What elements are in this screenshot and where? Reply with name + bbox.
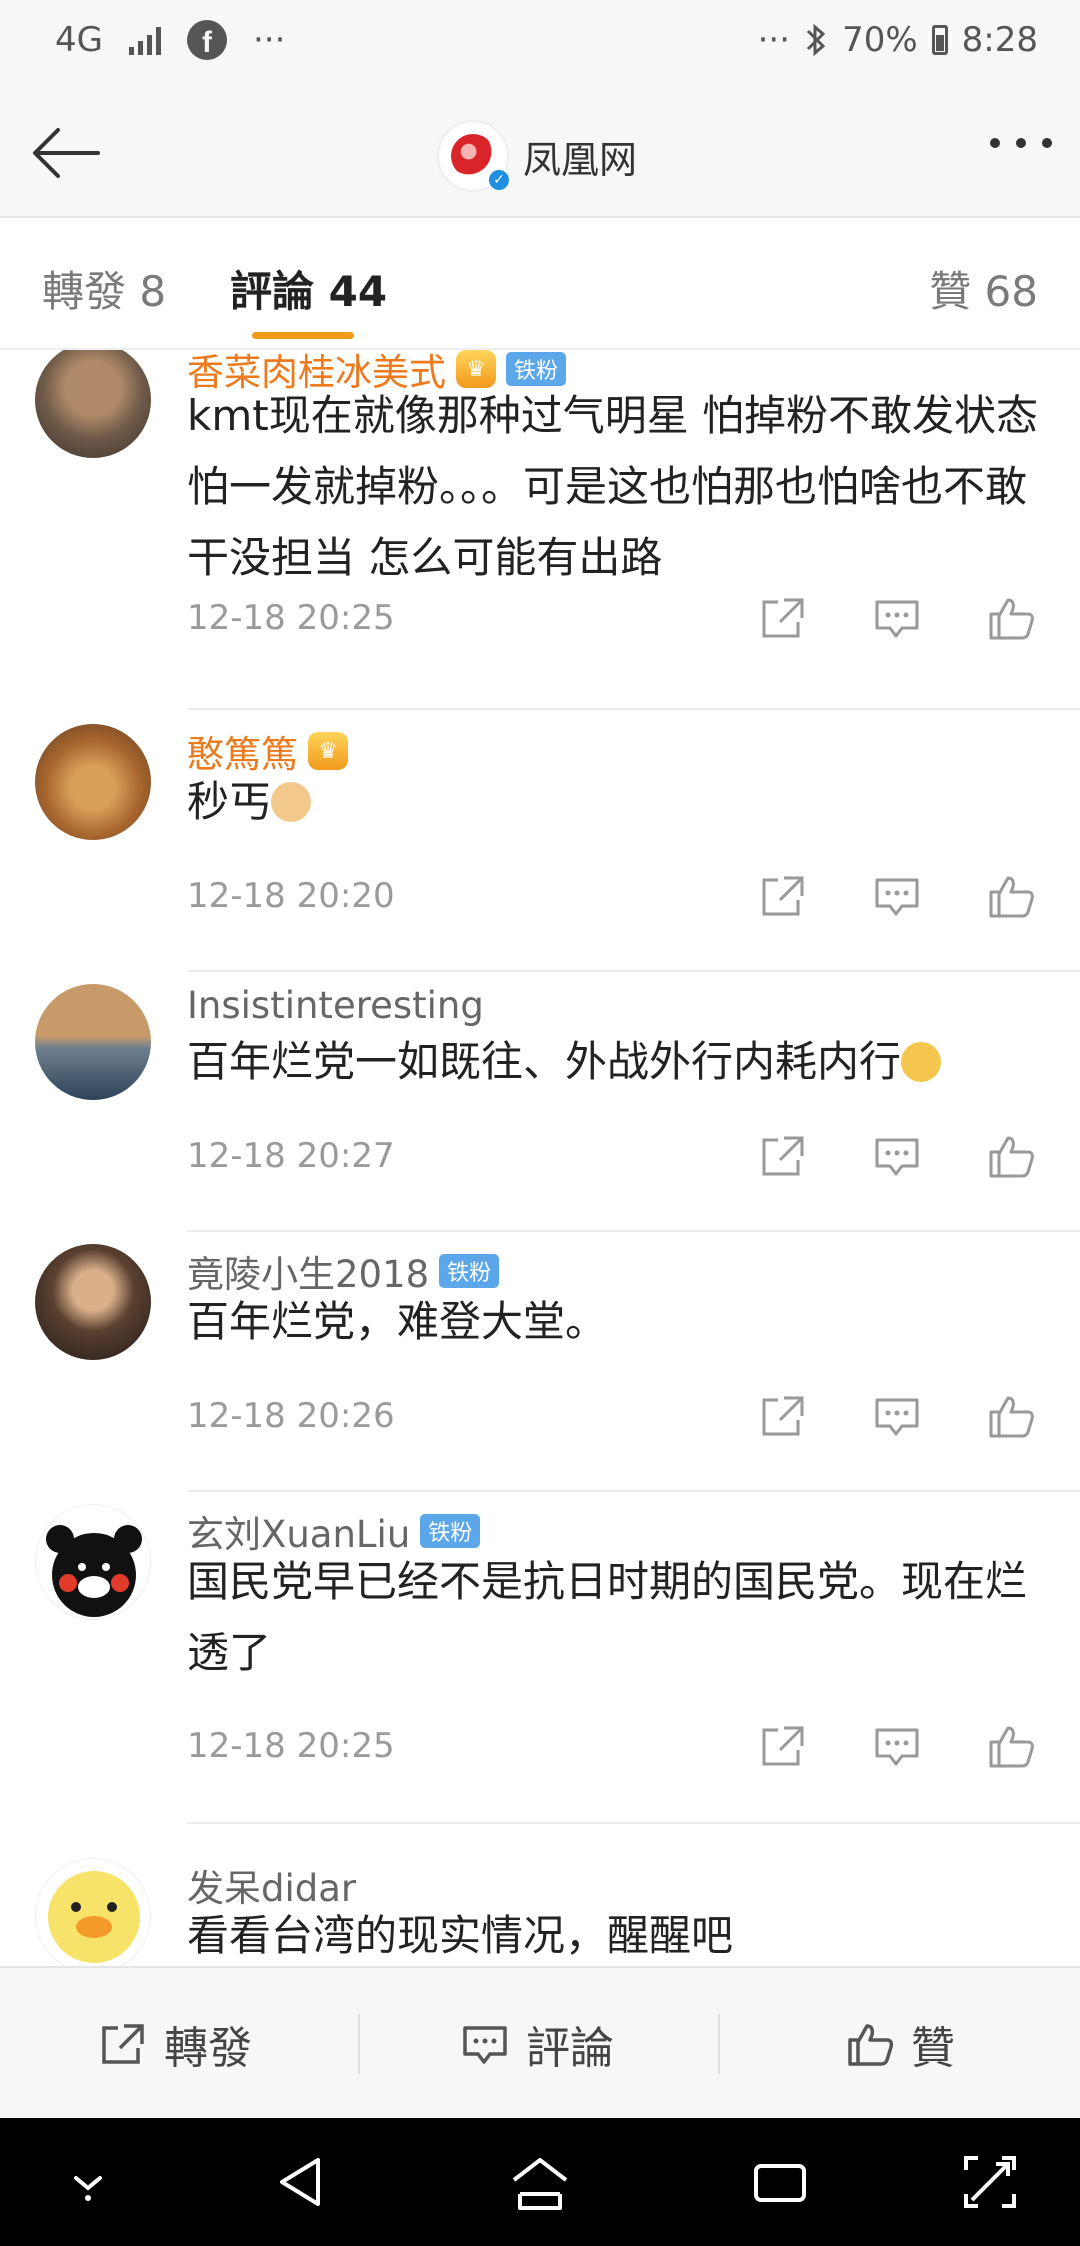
tab-likes[interactable]: 贊 68 [929,258,1038,319]
comment-text: 百年烂党，难登大堂。 [187,1297,608,1346]
separator [358,2014,360,2074]
active-tab-indicator [252,332,354,339]
comment-item: 香菜肉桂冰美式 ♛ 铁粉 kmt现在就像那种过气明星 怕掉粉不敢发状态 怕一发就… [0,350,1080,710]
facebook-icon: f [186,20,227,60]
comment-text: kmt现在就像那种过气明星 怕掉粉不敢发状态 怕一发就掉粉。。。可是这也怕那也怕… [187,391,1039,582]
like-icon[interactable] [986,1722,1036,1770]
comment-time: 12-18 20:26 [187,1396,395,1436]
comment-icon[interactable] [872,1392,922,1440]
avatar[interactable] [35,984,151,1100]
repost-icon[interactable] [758,872,808,920]
avatar[interactable] [35,1244,151,1360]
account-name[interactable]: 凤凰网 [523,129,637,184]
comment-time: 12-18 20:20 [187,876,395,916]
repost-icon[interactable] [758,1132,808,1180]
separator [718,2014,720,2074]
repost-icon [102,2024,144,2064]
tab-comments[interactable]: 評論 44 [230,258,387,319]
tab-reposts[interactable]: 轉發 8 [42,258,166,319]
comment-item: Insistinteresting 百年烂党一如既往、外战外行内耗内行 12-1… [0,984,1080,1242]
tab-bar: 轉發 8 評論 44 贊 68 [0,218,1080,350]
back-nav-icon[interactable] [270,2150,334,2214]
comment-icon [463,2026,507,2064]
comment-item: 憨篤篤 ♛ 秒丐 12-18 20:20 [0,724,1080,982]
comment-button[interactable]: 評論 [460,1968,614,2120]
account-logo[interactable]: ✓ [437,120,511,192]
repost-label: 轉發 [164,2023,252,2074]
repost-button[interactable]: 轉發 [98,1968,252,2120]
like-button[interactable]: 贊 [845,1968,955,2120]
comment-time: 12-18 20:27 [187,1136,395,1176]
like-icon[interactable] [986,1132,1036,1180]
comment-text: 看看台湾的现实情况，醒醒吧 [187,1911,734,1960]
comment-list[interactable]: 香菜肉桂冰美式 ♛ 铁粉 kmt现在就像那种过气明星 怕掉粉不敢发状态 怕一发就… [0,350,1080,1966]
more-icon[interactable] [990,138,1052,148]
repost-icon[interactable] [758,594,808,642]
divider [187,1230,1080,1232]
fan-badge: 铁粉 [439,1254,500,1288]
avatar[interactable] [35,724,151,840]
comment-item: 玄刘XuanLiu 铁粉 国民党早已经不是抗日时期的国民党。现在烂透了 12-1… [0,1504,1080,1834]
divider [187,1822,1080,1824]
comment-text-body: 百年烂党一如既往、外战外行内耗内行 [187,1037,902,1086]
commenter-name[interactable]: Insistinteresting [187,984,484,1027]
fan-badge: 铁粉 [420,1514,481,1548]
status-overflow: ··· [757,20,791,60]
comment-time: 12-18 20:25 [187,1726,395,1766]
like-icon[interactable] [986,1392,1036,1440]
repost-icon[interactable] [758,1722,808,1770]
like-icon[interactable] [986,594,1036,642]
phoenix-logo-icon [451,134,495,178]
battery-icon [931,25,948,55]
comment-item: 竟陵小生2018 铁粉 百年烂党，难登大堂。 12-18 20:26 [0,1244,1080,1502]
system-navigation-bar [0,2118,1080,2246]
crown-icon: ♛ [308,732,348,770]
comment-icon[interactable] [872,594,922,642]
like-label: 贊 [911,2023,955,2074]
battery-percent: 70% [842,20,918,60]
recents-nav-icon[interactable] [748,2150,812,2214]
comment-icon[interactable] [872,1132,922,1180]
signal-icon [128,25,161,55]
divider [187,970,1080,972]
laughing-emoji-icon [901,1042,942,1082]
comment-item: 发呆didar 看看台湾的现实情况，醒醒吧 [0,1858,1080,1966]
comment-text: 国民党早已经不是抗日时期的国民党。现在烂透了 [187,1557,1028,1677]
comment-time: 12-18 20:25 [187,598,395,638]
avatar[interactable] [35,350,151,458]
like-icon [848,2024,894,2066]
home-nav-icon[interactable] [508,2150,572,2214]
comment-icon[interactable] [872,1722,922,1770]
bluetooth-icon [807,23,826,57]
divider [187,708,1080,710]
like-icon[interactable] [986,872,1036,920]
avatar[interactable] [35,1504,151,1620]
comment-text: 百年烂党一如既往、外战外行内耗内行 [187,1026,1047,1097]
comment-text: 秒丐 [187,766,1047,837]
comment-icon[interactable] [872,872,922,920]
bear-avatar-icon [46,1525,142,1617]
chick-avatar-icon [48,1871,140,1963]
network-type: 4G [55,20,103,60]
divider [187,1490,1080,1492]
back-arrow-icon[interactable] [26,118,106,188]
account-header[interactable]: ✓ 凤凰网 [437,118,637,194]
status-bar: 4G f ··· ··· 70% 8:28 [0,0,1080,88]
clock: 8:28 [961,20,1038,60]
hide-keyboard-icon[interactable] [56,2150,120,2214]
bottom-action-bar: 轉發 評論 贊 [0,1966,1080,2118]
verified-icon: ✓ [487,168,511,192]
comment-label: 評論 [526,2023,614,2074]
expand-icon[interactable] [958,2150,1022,2214]
repost-icon[interactable] [758,1392,808,1440]
cat-emoji-icon [271,782,312,822]
notification-overflow: ··· [252,20,286,60]
avatar[interactable] [35,1858,151,1966]
app-header: ✓ 凤凰网 [0,88,1080,218]
comment-text-body: 秒丐 [187,777,272,826]
